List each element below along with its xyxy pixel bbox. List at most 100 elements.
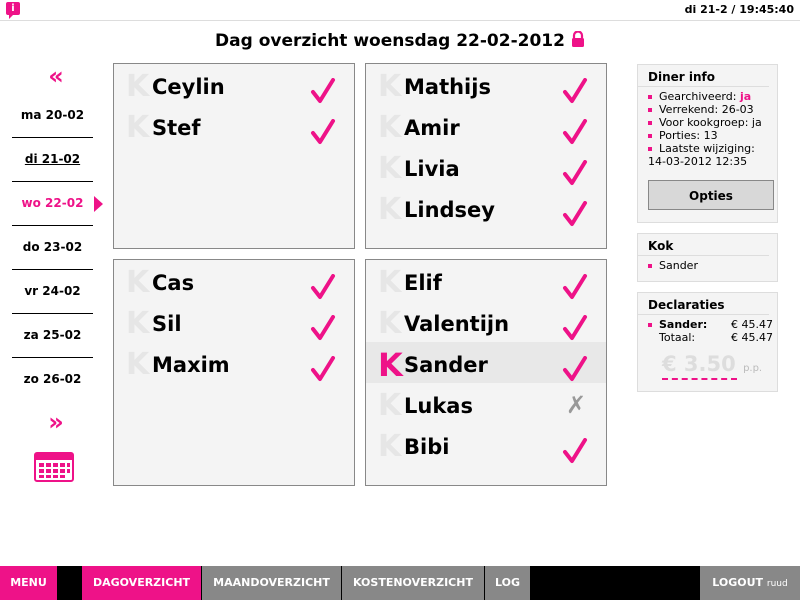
- kookgroep-item: Voor kookgroep: ja: [648, 116, 773, 129]
- member-name: Maxim: [152, 353, 230, 377]
- next-week-icon[interactable]: »: [36, 408, 70, 436]
- member-row[interactable]: K Valentijn: [366, 301, 606, 342]
- day-label: wo 22-02: [21, 196, 84, 210]
- member-row[interactable]: K Sander: [366, 342, 606, 383]
- member-name: Ceylin: [152, 75, 225, 99]
- kookgroep-panel-1: K Ceylin K Stef: [113, 63, 355, 249]
- member-name: Amir: [404, 116, 460, 140]
- attending-check-icon[interactable]: [562, 201, 588, 227]
- attending-check-icon[interactable]: [562, 315, 588, 341]
- calendar-icon[interactable]: [34, 452, 74, 482]
- attending-check-icon[interactable]: [310, 119, 336, 145]
- menu-button[interactable]: MENU: [0, 566, 57, 600]
- tab-log[interactable]: LOG: [485, 566, 530, 600]
- cook-marker[interactable]: K: [378, 391, 401, 421]
- day-item[interactable]: zo 26-02: [12, 358, 93, 401]
- attending-check-icon[interactable]: [562, 160, 588, 186]
- member-name: Cas: [152, 271, 195, 295]
- price-underline: [662, 378, 737, 380]
- attending-check-icon[interactable]: [562, 78, 588, 104]
- logout-button[interactable]: LOGOUT ruud: [700, 566, 800, 600]
- member-row[interactable]: K Livia: [366, 146, 606, 187]
- gearchiveerd-item: Gearchiveerd: ja: [648, 90, 773, 103]
- member-name: Sil: [152, 312, 182, 336]
- cook-marker[interactable]: K: [126, 350, 149, 380]
- declaraties-panel: Declaraties Sander: € 45.47 Totaal: € 45.4…: [637, 292, 778, 392]
- attending-check-icon[interactable]: [310, 315, 336, 341]
- gearchiveerd-value: ja: [739, 90, 752, 103]
- day-label: ma 20-02: [20, 108, 85, 122]
- cook-marker[interactable]: K: [378, 72, 401, 102]
- lock-icon: [571, 30, 585, 52]
- member-row[interactable]: K Amir: [366, 105, 606, 146]
- day-label: di 21-02: [24, 152, 81, 166]
- page-title: Dag overzicht woensdag 22-02-2012: [0, 30, 800, 52]
- verrekend-item: Verrekend: 26-03: [648, 103, 773, 116]
- attending-check-icon[interactable]: [562, 356, 588, 382]
- laatste-wijziging-value: 14-03-2012 12:35: [648, 155, 748, 168]
- price-per-person: € 3.50 p.p.: [662, 352, 762, 380]
- day-item[interactable]: di 21-02: [12, 138, 93, 182]
- opties-button[interactable]: Opties: [648, 180, 774, 210]
- laatste-wijziging-item: Laatste wijziging:: [648, 142, 773, 155]
- totaal-row: Totaal: € 45.47: [659, 331, 773, 344]
- tab-kostenoverzicht[interactable]: KOSTENOVERZICHT: [342, 566, 484, 600]
- day-item[interactable]: za 25-02: [12, 314, 93, 358]
- member-name: Sander: [404, 353, 488, 377]
- cook-marker[interactable]: K: [378, 309, 401, 339]
- cook-marker[interactable]: K: [378, 113, 401, 143]
- member-row[interactable]: K Stef: [114, 105, 354, 146]
- member-row[interactable]: K Elif: [366, 260, 606, 301]
- cook-marker-active[interactable]: K: [378, 349, 403, 381]
- day-label: zo 26-02: [23, 372, 82, 386]
- day-item[interactable]: ma 20-02: [12, 94, 93, 138]
- member-name: Valentijn: [404, 312, 510, 336]
- member-row[interactable]: K Cas: [114, 260, 354, 301]
- member-row[interactable]: K Sil: [114, 301, 354, 342]
- kookgroep-panel-2: K Mathijs K Amir K Livia K Lindsey: [365, 63, 607, 249]
- not-attending-cross-icon[interactable]: ✗: [566, 391, 586, 419]
- day-list: ma 20-02 di 21-02 wo 22-02 do 23-02 vr 24-02…: [12, 94, 103, 401]
- day-item[interactable]: vr 24-02: [12, 270, 93, 314]
- cook-marker[interactable]: K: [126, 309, 149, 339]
- day-item[interactable]: do 23-02: [12, 226, 93, 270]
- attending-check-icon[interactable]: [562, 119, 588, 145]
- kookgroep-panel-4: K Elif K Valentijn K Sander K Lukas ✗ K Bibi: [365, 259, 607, 486]
- cook-marker[interactable]: K: [378, 154, 401, 184]
- attending-check-icon[interactable]: [310, 274, 336, 300]
- cook-marker[interactable]: K: [126, 72, 149, 102]
- member-row[interactable]: K Lukas ✗: [366, 383, 606, 424]
- kookgroep-panel-3: K Cas K Sil K Maxim: [113, 259, 355, 486]
- datetime-display: di 21-2 / 19:45:40: [684, 3, 794, 16]
- logged-in-user: ruud: [766, 579, 788, 589]
- attending-check-icon[interactable]: [310, 78, 336, 104]
- diner-info-heading: Diner info: [638, 65, 769, 87]
- member-name: Lukas: [404, 394, 473, 418]
- top-bar: i di 21-2 / 19:45:40: [0, 0, 800, 21]
- declaratie-row: Sander: € 45.47: [648, 318, 773, 331]
- attending-check-icon[interactable]: [310, 356, 336, 382]
- tab-dagoverzicht[interactable]: DAGOVERZICHT: [82, 566, 201, 600]
- cook-marker[interactable]: K: [126, 268, 149, 298]
- member-row[interactable]: K Mathijs: [366, 64, 606, 105]
- attending-check-icon[interactable]: [562, 438, 588, 464]
- cook-marker[interactable]: K: [378, 432, 401, 462]
- member-name: Lindsey: [404, 198, 495, 222]
- diner-info-panel: Diner info Gearchiveerd: ja Verrekend: 2…: [637, 64, 778, 223]
- member-row[interactable]: K Ceylin: [114, 64, 354, 105]
- kok-name: Sander: [648, 259, 773, 272]
- member-row[interactable]: K Lindsey: [366, 187, 606, 228]
- cook-marker[interactable]: K: [378, 268, 401, 298]
- member-row[interactable]: K Bibi: [366, 424, 606, 465]
- previous-week-icon[interactable]: «: [36, 62, 70, 90]
- attending-check-icon[interactable]: [562, 274, 588, 300]
- info-logo-icon[interactable]: i: [6, 2, 20, 19]
- cook-marker[interactable]: K: [126, 113, 149, 143]
- cook-marker[interactable]: K: [378, 195, 401, 225]
- member-name: Livia: [404, 157, 460, 181]
- kok-heading: Kok: [638, 234, 769, 256]
- tab-maandoverzicht[interactable]: MAANDOVERZICHT: [202, 566, 341, 600]
- member-row[interactable]: K Maxim: [114, 342, 354, 383]
- day-item[interactable]: wo 22-02: [12, 182, 103, 226]
- day-label: do 23-02: [22, 240, 83, 254]
